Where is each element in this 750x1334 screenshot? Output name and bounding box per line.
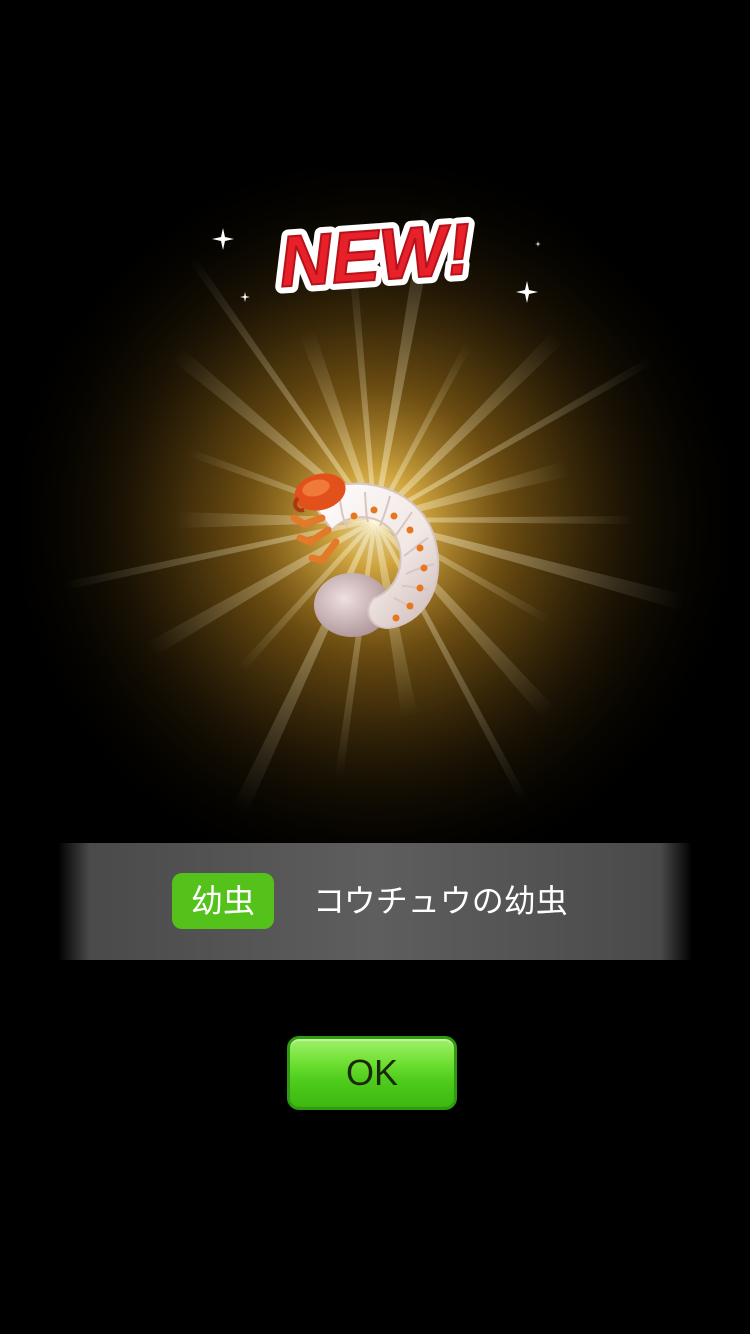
new-badge: NEW! NEW! — [270, 205, 481, 305]
sparkle-icon — [516, 281, 538, 303]
sparkle-icon — [240, 292, 250, 302]
category-tag: 幼虫 — [172, 873, 274, 929]
creature-name: コウチュウの幼虫 — [313, 882, 568, 920]
sparkle-icon — [212, 228, 234, 250]
sparkle-icon — [535, 241, 541, 247]
ok-button[interactable]: OK — [287, 1036, 457, 1110]
new-badge-text: NEW! — [277, 209, 474, 302]
light-burst — [20, 170, 730, 880]
grub-icon — [290, 473, 440, 637]
reveal-stage: NEW! NEW! — [0, 0, 750, 1334]
